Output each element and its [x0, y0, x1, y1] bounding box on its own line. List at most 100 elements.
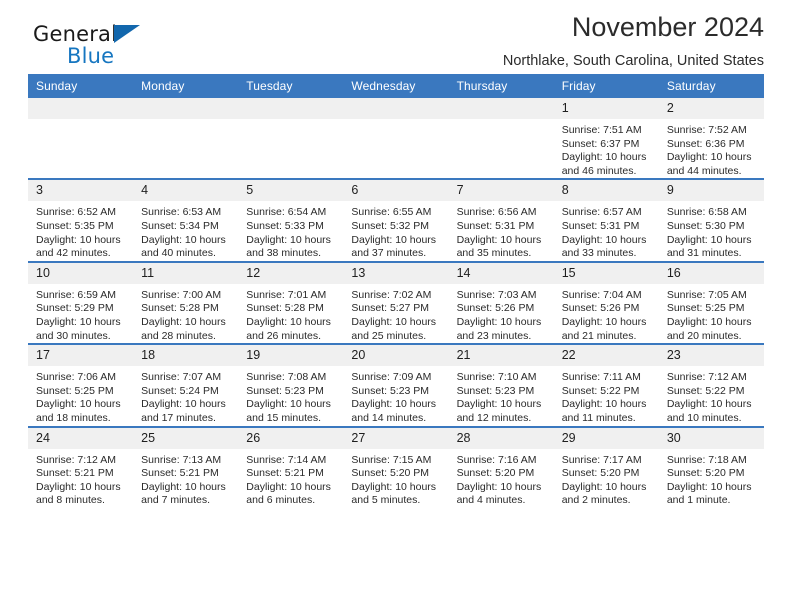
calendar-day-cell[interactable]: 24 Sunrise: 7:12 AM Sunset: 5:21 PM Dayligh…	[28, 425, 134, 508]
day-number: 20	[343, 345, 449, 367]
calendar-day-cell[interactable]: 14 Sunrise: 7:03 AM Sunset: 5:26 PM Dayligh…	[448, 260, 554, 345]
day-details: Sunrise: 6:59 AM Sunset: 5:29 PM Daylight:…	[28, 284, 133, 343]
sunset-text: Sunset: 5:31 PM	[561, 219, 640, 232]
calendar-week-row: 1 Sunrise: 7:51 AM Sunset: 6:37 PM Daylight…	[28, 98, 764, 179]
calendar-day-cell[interactable]: 13 Sunrise: 7:02 AM Sunset: 5:27 PM Dayligh…	[343, 260, 449, 345]
daylight-text: Daylight: 10 hours and 33 minutes.	[561, 233, 647, 260]
calendar-day-cell[interactable]: 22 Sunrise: 7:11 AM Sunset: 5:22 PM Dayligh…	[553, 343, 659, 427]
calendar-day-cell[interactable]: 18 Sunrise: 7:07 AM Sunset: 5:24 PM Dayligh…	[133, 343, 239, 427]
calendar-day-cell-empty	[238, 98, 344, 179]
daylight-text: Daylight: 10 hours and 26 minutes.	[246, 315, 331, 342]
daylight-text: Daylight: 10 hours and 21 minutes.	[561, 315, 647, 342]
sunrise-text: Sunrise: 7:13 AM	[141, 453, 222, 466]
daylight-text: Daylight: 10 hours and 35 minutes.	[456, 233, 542, 260]
day-number: 19	[238, 345, 344, 367]
calendar-day-cell-empty	[343, 98, 449, 179]
day-number: 18	[133, 345, 239, 367]
calendar-body: 1 Sunrise: 7:51 AM Sunset: 6:37 PM Daylight…	[28, 98, 764, 508]
calendar-day-cell[interactable]: 21 Sunrise: 7:10 AM Sunset: 5:23 PM Dayligh…	[448, 343, 554, 427]
daylight-text: Daylight: 10 hours and 23 minutes.	[456, 315, 542, 342]
weekday-header-friday: Friday	[553, 74, 659, 98]
calendar-day-cell[interactable]: 28 Sunrise: 7:16 AM Sunset: 5:20 PM Dayligh…	[448, 425, 554, 508]
sunrise-text: Sunrise: 7:18 AM	[666, 453, 747, 466]
day-number: 22	[553, 345, 659, 367]
day-details: Sunrise: 7:03 AM Sunset: 5:26 PM Daylight:…	[449, 284, 554, 343]
day-details: Sunrise: 7:08 AM Sunset: 5:23 PM Daylight:…	[238, 366, 343, 425]
calendar-day-cell[interactable]: 4 Sunrise: 6:53 AM Sunset: 5:34 PM Daylight…	[133, 178, 239, 262]
calendar-day-cell[interactable]: 25 Sunrise: 7:13 AM Sunset: 5:21 PM Dayligh…	[133, 425, 239, 508]
calendar-day-cell[interactable]: 6 Sunrise: 6:55 AM Sunset: 5:32 PM Daylight…	[343, 178, 449, 262]
sunrise-text: Sunrise: 7:52 AM	[666, 124, 747, 136]
logo-text-blue: Blue	[67, 44, 115, 68]
sunset-text: Sunset: 5:21 PM	[246, 467, 324, 480]
daylight-text: Daylight: 10 hours and 42 minutes.	[36, 233, 121, 260]
sunrise-text: Sunrise: 6:55 AM	[351, 206, 432, 219]
sunrise-text: Sunrise: 7:03 AM	[456, 288, 537, 301]
day-details: Sunrise: 7:05 AM Sunset: 5:25 PM Daylight:…	[659, 284, 764, 343]
day-details: Sunrise: 7:11 AM Sunset: 5:22 PM Daylight:…	[554, 366, 659, 425]
daylight-text: Daylight: 10 hours and 37 minutes.	[351, 233, 437, 260]
sunset-text: Sunset: 5:29 PM	[36, 302, 114, 315]
sunset-text: Sunset: 5:20 PM	[351, 467, 430, 480]
sunrise-text: Sunrise: 7:17 AM	[561, 453, 642, 466]
day-number: 27	[343, 427, 449, 449]
sunrise-text: Sunrise: 7:08 AM	[246, 371, 327, 384]
sunrise-text: Sunrise: 6:58 AM	[666, 206, 747, 219]
page-header: General Blue November 2024 Northlake, So…	[28, 0, 764, 72]
weekday-header-tuesday: Tuesday	[238, 74, 344, 98]
sunrise-text: Sunrise: 7:16 AM	[456, 453, 537, 466]
sunset-text: Sunset: 5:23 PM	[351, 384, 430, 397]
calendar-day-cell-empty	[133, 98, 239, 179]
day-number: 2	[658, 98, 764, 119]
calendar-day-cell[interactable]: 19 Sunrise: 7:08 AM Sunset: 5:23 PM Dayligh…	[238, 343, 344, 427]
day-details: Sunrise: 7:01 AM Sunset: 5:28 PM Daylight:…	[238, 284, 343, 343]
calendar-day-cell[interactable]: 26 Sunrise: 7:14 AM Sunset: 5:21 PM Dayligh…	[238, 425, 344, 508]
calendar-day-cell[interactable]: 11 Sunrise: 7:00 AM Sunset: 5:28 PM Dayligh…	[133, 260, 239, 345]
calendar-header-row: Sunday Monday Tuesday Wednesday Thursday…	[28, 74, 764, 98]
day-details: Sunrise: 7:02 AM Sunset: 5:27 PM Daylight:…	[343, 284, 448, 343]
sunrise-text: Sunrise: 7:10 AM	[456, 371, 537, 384]
calendar-day-cell[interactable]: 5 Sunrise: 6:54 AM Sunset: 5:33 PM Daylight…	[238, 178, 344, 262]
calendar-day-cell[interactable]: 16 Sunrise: 7:05 AM Sunset: 5:25 PM Dayligh…	[658, 260, 764, 345]
day-details: Sunrise: 7:06 AM Sunset: 5:25 PM Daylight:…	[28, 366, 133, 425]
calendar-day-cell[interactable]: 30 Sunrise: 7:18 AM Sunset: 5:20 PM Dayligh…	[658, 425, 764, 508]
day-details: Sunrise: 7:12 AM Sunset: 5:21 PM Daylight:…	[28, 449, 133, 508]
calendar-day-cell[interactable]: 15 Sunrise: 7:04 AM Sunset: 5:26 PM Dayligh…	[553, 260, 659, 345]
weekday-header-thursday: Thursday	[448, 74, 554, 98]
sunrise-text: Sunrise: 7:12 AM	[666, 371, 747, 384]
general-blue-logo[interactable]: General Blue	[33, 22, 173, 74]
sunrise-text: Sunrise: 7:51 AM	[561, 124, 642, 136]
day-details: Sunrise: 7:00 AM Sunset: 5:28 PM Daylight:…	[133, 284, 238, 343]
calendar-day-cell[interactable]: 29 Sunrise: 7:17 AM Sunset: 5:20 PM Dayligh…	[553, 425, 659, 508]
calendar-week-row: 24 Sunrise: 7:12 AM Sunset: 5:21 PM Dayligh…	[28, 425, 764, 508]
sunset-text: Sunset: 5:22 PM	[666, 384, 745, 397]
calendar-day-cell[interactable]: 8 Sunrise: 6:57 AM Sunset: 5:31 PM Daylight…	[553, 178, 659, 262]
calendar-day-cell[interactable]: 9 Sunrise: 6:58 AM Sunset: 5:30 PM Daylight…	[658, 178, 764, 262]
daylight-text: Daylight: 10 hours and 25 minutes.	[351, 315, 437, 342]
page-title: November 2024	[571, 12, 764, 42]
calendar-day-cell[interactable]: 3 Sunrise: 6:52 AM Sunset: 5:35 PM Daylight…	[28, 178, 134, 262]
calendar-day-cell[interactable]: 10 Sunrise: 6:59 AM Sunset: 5:29 PM Dayligh…	[28, 260, 134, 345]
sunset-text: Sunset: 5:28 PM	[246, 302, 324, 315]
sunrise-text: Sunrise: 7:02 AM	[351, 288, 432, 301]
sunrise-text: Sunrise: 7:09 AM	[351, 371, 432, 384]
calendar-day-cell[interactable]: 12 Sunrise: 7:01 AM Sunset: 5:28 PM Dayligh…	[238, 260, 344, 345]
day-number: 25	[133, 427, 239, 449]
calendar-day-cell[interactable]: 17 Sunrise: 7:06 AM Sunset: 5:25 PM Dayligh…	[28, 343, 134, 427]
sunset-text: Sunset: 5:24 PM	[141, 384, 219, 397]
sunset-text: Sunset: 5:26 PM	[561, 302, 640, 315]
calendar-day-cell[interactable]: 23 Sunrise: 7:12 AM Sunset: 5:22 PM Dayligh…	[658, 343, 764, 427]
sunrise-text: Sunrise: 7:11 AM	[561, 371, 641, 384]
day-number: 6	[343, 180, 449, 202]
sunset-text: Sunset: 5:33 PM	[246, 219, 324, 232]
calendar-day-cell[interactable]: 20 Sunrise: 7:09 AM Sunset: 5:23 PM Dayligh…	[343, 343, 449, 427]
calendar-week-row: 10 Sunrise: 6:59 AM Sunset: 5:29 PM Dayligh…	[28, 260, 764, 345]
calendar-day-cell[interactable]: 1 Sunrise: 7:51 AM Sunset: 6:37 PM Daylight…	[553, 98, 659, 179]
calendar-day-cell[interactable]: 2 Sunrise: 7:52 AM Sunset: 6:36 PM Daylight…	[658, 98, 764, 179]
day-number: 15	[553, 262, 659, 284]
calendar-day-cell[interactable]: 27 Sunrise: 7:15 AM Sunset: 5:20 PM Dayligh…	[343, 425, 449, 508]
sunset-text: Sunset: 5:25 PM	[36, 384, 114, 397]
day-number: 30	[658, 427, 764, 449]
calendar-day-cell[interactable]: 7 Sunrise: 6:56 AM Sunset: 5:31 PM Daylight…	[448, 178, 554, 262]
day-details: Sunrise: 6:52 AM Sunset: 5:35 PM Daylight:…	[28, 201, 133, 260]
